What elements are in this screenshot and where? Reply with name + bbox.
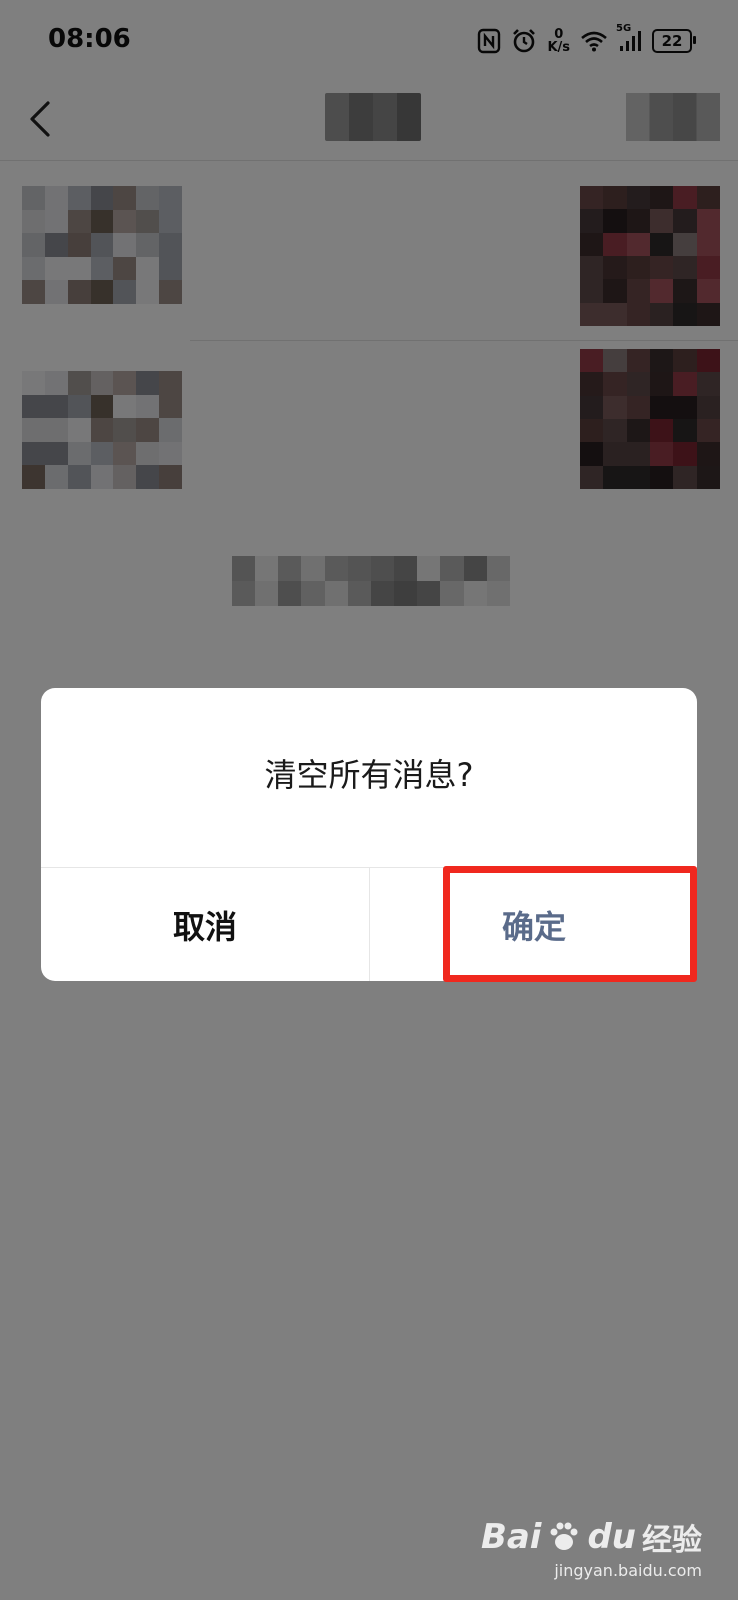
highlight-annotation	[443, 866, 697, 982]
watermark: Bai du 经验 jingyan.baidu.com	[481, 1515, 702, 1580]
dialog-title: 清空所有消息?	[264, 756, 474, 794]
watermark-url: jingyan.baidu.com	[554, 1561, 702, 1580]
paw-icon	[550, 1522, 578, 1550]
baidu-jingyan-logo: Bai du 经验	[481, 1515, 702, 1559]
watermark-brand-cn: 经验	[642, 1523, 702, 1558]
app-screen: 08:06 0 K/s 5G 22	[0, 0, 738, 1600]
watermark-brand-latin: Bai	[480, 1517, 542, 1557]
watermark-brand-latin-2: du	[587, 1517, 636, 1557]
cancel-button[interactable]: 取消	[41, 868, 369, 981]
